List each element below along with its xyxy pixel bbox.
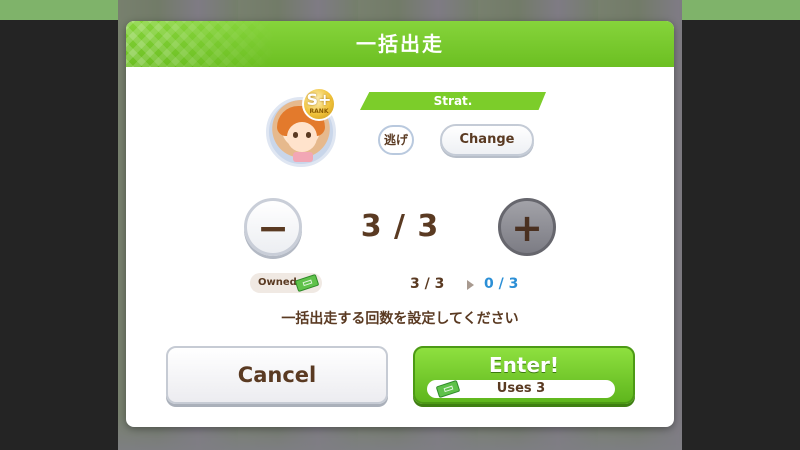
enter-button-label: Enter! [488,353,559,377]
change-strategy-button[interactable]: Change [440,124,534,156]
background-left [0,0,118,450]
background-strip [682,0,800,20]
dialog-header: 一括出走 [126,21,674,67]
avatar-eye [306,132,311,138]
enter-button[interactable]: Enter! Uses 3 [413,346,635,404]
race-count-display: 3 / 3 [360,209,440,244]
owned-after-value: 0 / 3 [484,276,519,292]
arrow-right-icon [467,280,474,290]
strat-header-label: Strat. [433,94,473,108]
cancel-button[interactable]: Cancel [166,346,388,404]
rank-badge-icon: S+ RANK [302,87,336,121]
decrement-button[interactable]: − [244,198,302,256]
avatar-bow [293,152,313,162]
background-strip [0,0,118,20]
ticket-icon [294,273,320,293]
uses-label: Uses 3 [496,381,546,396]
bulk-race-dialog: 一括出走 S+ RANK Strat. 逃げ Change − 3 / 3 + … [126,21,674,427]
owned-chip: Owned [250,273,322,293]
owned-before-value: 3 / 3 [410,276,445,292]
background-right [682,0,800,450]
rank-letter: S+ [306,90,332,109]
avatar-eye [293,132,298,138]
dialog-title: 一括出走 [356,32,444,56]
owned-label: Owned [258,277,297,288]
rank-sub-label: RANK [309,108,329,115]
avatar-face [287,122,317,152]
current-strategy-chip: 逃げ [378,125,414,155]
instruction-text: 一括出走する回数を設定してください [281,311,519,327]
increment-button[interactable]: + [498,198,556,256]
uses-pill: Uses 3 [427,379,615,399]
